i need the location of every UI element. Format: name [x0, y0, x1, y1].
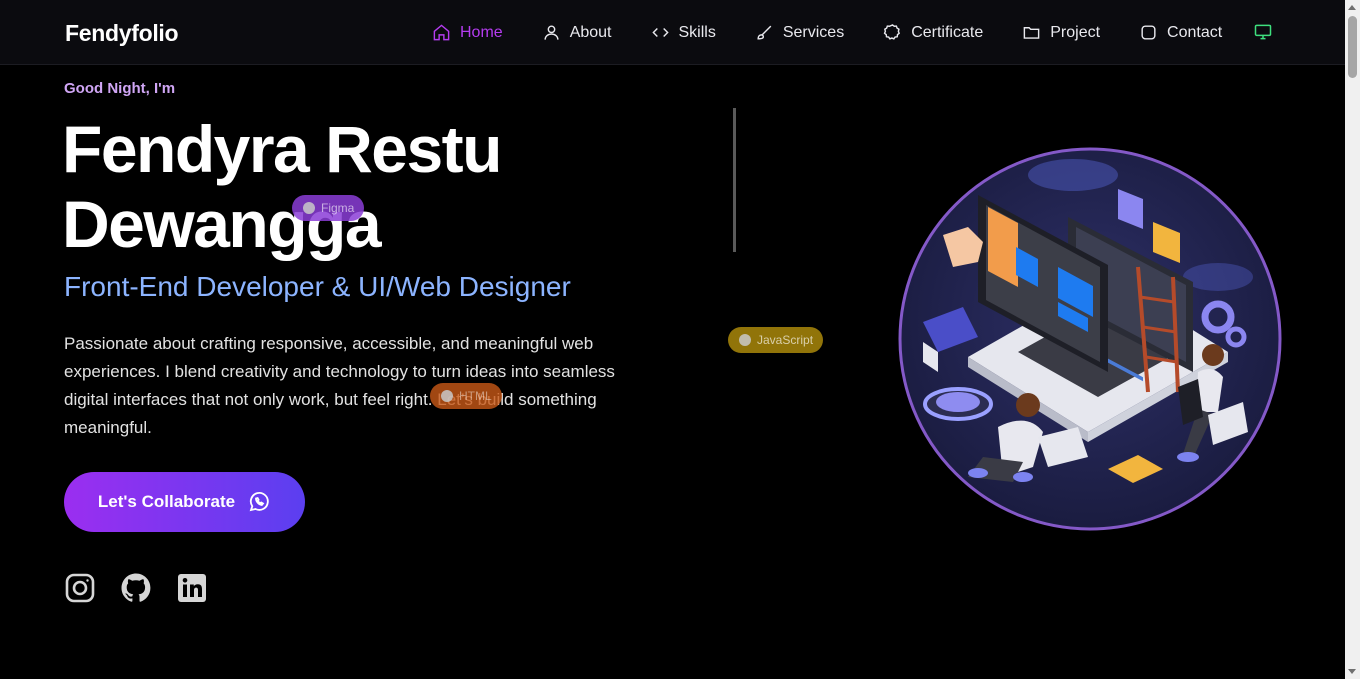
nav-item-label: About — [569, 23, 612, 41]
floating-badge-html: HTML — [430, 383, 502, 409]
collaborate-button[interactable]: Let's Collaborate — [64, 472, 305, 532]
scroll-thumb[interactable] — [1348, 16, 1357, 78]
nav-item-project[interactable]: Project — [1022, 23, 1100, 42]
brand-logo[interactable]: Fendyfolio — [65, 20, 179, 47]
nav-item-services[interactable]: Services — [755, 23, 844, 42]
github-icon — [121, 573, 151, 602]
floating-badge-javascript: JavaScript — [728, 327, 824, 353]
badge-label: Figma — [321, 201, 355, 215]
hero-description: Passionate about crafting responsive, ac… — [64, 334, 615, 437]
badge-dot — [441, 390, 453, 402]
nav-item-label: Services — [782, 23, 845, 41]
code-icon — [651, 28, 669, 37]
instagram-link[interactable] — [64, 572, 96, 604]
hero-greeting: Good Night, I'm — [64, 80, 176, 97]
hero-name: Fendyra Restu Dewangga — [62, 112, 662, 262]
brush-icon — [757, 25, 772, 40]
user-icon — [544, 25, 559, 40]
whatsapp-icon — [249, 492, 269, 512]
theme-toggle-button[interactable] — [1253, 22, 1273, 42]
navbar: Fendyfolio Home About Skills Services Ce… — [0, 0, 1345, 65]
floating-badge-figma: Figma — [292, 195, 365, 221]
github-link[interactable] — [120, 572, 152, 604]
linkedin-link[interactable] — [176, 572, 208, 604]
hero-name-line1: Fendyra Restu — [62, 112, 502, 186]
nav-item-label: Certificate — [911, 23, 984, 41]
badge-dot — [303, 202, 315, 214]
nav-item-contact[interactable]: Contact — [1139, 23, 1222, 42]
badge-label: HTML — [459, 389, 492, 403]
social-links — [64, 572, 208, 604]
linkedin-icon — [178, 574, 206, 602]
vertical-divider — [733, 108, 736, 252]
nav-item-label: Contact — [1167, 23, 1223, 41]
badge-dot — [739, 334, 751, 346]
nav-item-label: Home — [460, 23, 503, 41]
nav-item-home[interactable]: Home — [432, 23, 503, 42]
hero-role: Front-End Developer & UI/Web Designer — [64, 271, 571, 302]
badge-icon — [883, 24, 901, 40]
nav-item-skills[interactable]: Skills — [651, 23, 716, 42]
main-nav: Home About Skills Services Certificate P… — [432, 0, 1261, 65]
instagram-icon — [65, 573, 95, 603]
folder-icon — [1023, 27, 1040, 39]
badge-label: JavaScript — [757, 333, 814, 347]
collaborate-button-label: Let's Collaborate — [97, 492, 236, 511]
nav-item-certificate[interactable]: Certificate — [883, 23, 983, 42]
monitor-icon — [1254, 24, 1272, 40]
nav-item-label: Skills — [678, 23, 716, 41]
chat-icon — [1141, 25, 1156, 40]
scroll-down-arrow[interactable] — [1348, 669, 1356, 674]
page-scrollbar[interactable] — [1345, 0, 1360, 679]
developer-illustration — [898, 147, 1282, 531]
nav-item-about[interactable]: About — [542, 23, 612, 42]
home-icon — [433, 24, 450, 41]
nav-item-label: Project — [1050, 23, 1101, 41]
scroll-up-arrow[interactable] — [1348, 5, 1356, 10]
